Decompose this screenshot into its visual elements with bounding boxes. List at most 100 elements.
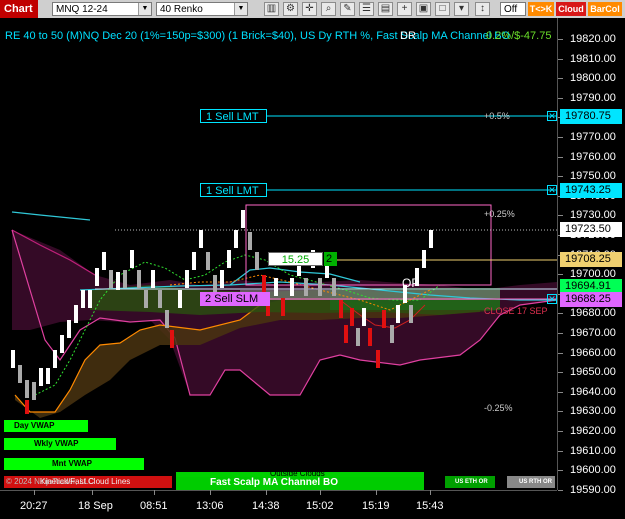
crosshair-icon[interactable]: ✛	[302, 2, 317, 16]
price-tick-mark	[558, 372, 563, 374]
time-tick-mark	[266, 490, 267, 495]
price-tick-mark	[558, 78, 563, 80]
instrument-selector[interactable]: MNQ 12-24 ▼	[52, 2, 152, 16]
dropdown-icon[interactable]: ▾	[454, 2, 469, 16]
position-quantity[interactable]: 2	[324, 252, 337, 266]
time-tick-mark	[376, 490, 377, 495]
close-order-icon[interactable]: ✕	[547, 294, 557, 304]
plus-half-percent-label: +0.5%	[484, 111, 510, 121]
sell-stop-market-order[interactable]: 2 Sell SLM	[200, 292, 270, 306]
mode-value: Off	[504, 4, 518, 15]
price-tick-mark	[558, 137, 563, 138]
price-tick-label: 19800.00	[570, 72, 616, 85]
time-tick-label: 15:43	[416, 500, 444, 512]
price-tick-label: 19770.00	[570, 131, 616, 143]
time-tick-mark	[430, 490, 431, 495]
fast-scalp-bar: Fast Scalp MA Channel BO	[176, 477, 424, 490]
op-label: OP	[402, 276, 420, 290]
chevron-down-icon: ▼	[234, 3, 247, 15]
price-tick-label: 19620.00	[570, 425, 616, 437]
price-tick-mark	[558, 97, 563, 99]
price-tick-mark	[558, 215, 563, 217]
instrument-value: MNQ 12-24	[56, 4, 108, 15]
price-tick-label: 19660.00	[570, 346, 616, 359]
price-tick-label: 19610.00	[570, 444, 616, 457]
chevron-down-icon: ▼	[138, 3, 151, 15]
window-icon[interactable]: □	[435, 2, 450, 16]
sell-limit-order-1[interactable]: 1 Sell LMT	[200, 109, 267, 123]
price-tick-mark	[558, 156, 563, 158]
plus-quarter-percent-label: +0.25%	[484, 209, 515, 219]
price-tick-label: 19640.00	[570, 385, 616, 398]
price-tick-mark	[558, 470, 563, 472]
price-tick-label: 19790.00	[570, 91, 616, 104]
barcol-toggle-button[interactable]: BarCol	[588, 2, 622, 16]
kinetick-label: Kinetick/Fast Cloud Lines	[40, 477, 131, 486]
day-vwap-bar: Day VWAP	[4, 420, 88, 432]
settings-icon[interactable]: ⚙	[283, 2, 298, 16]
dr-label: DR	[400, 30, 416, 42]
time-tick-label: 20:27	[20, 500, 48, 512]
weekly-vwap-bar: Wkly VWAP	[4, 438, 116, 450]
cloud-toggle-button[interactable]: Cloud	[556, 2, 586, 16]
bar-type-selector[interactable]: 40 Renko ▼	[156, 2, 248, 16]
price-tick-mark	[558, 450, 563, 452]
price-tick-mark	[558, 313, 563, 315]
price-tick-label: 19590.00	[570, 483, 616, 496]
time-tick-label: 08:51	[140, 500, 168, 512]
minus-quarter-percent-label: -0.25%	[484, 403, 513, 413]
zoom-icon[interactable]: ⌕	[321, 2, 336, 16]
add-icon[interactable]: +	[397, 2, 412, 16]
us-rth-or-bar: US RTH OR	[507, 476, 555, 488]
time-tick-label: 13:06	[196, 500, 224, 512]
chart-title: RE 40 to 50 (M)NQ Dec 20 (1%=150p=$300) …	[5, 30, 511, 42]
chart-title-right: 0.2%/$-47.75	[486, 30, 552, 42]
price-tick-mark	[558, 176, 563, 178]
time-tick-label: 15:19	[362, 500, 390, 512]
price-tick-label: 19820.00	[570, 33, 616, 45]
price-tick-mark	[558, 58, 563, 60]
toolbar: Chart MNQ 12-24 ▼ 40 Renko ▼ ▥ ⚙ ✛ ⌕ ✎ ☰…	[0, 0, 625, 18]
time-tick-label: 18 Sep	[78, 500, 113, 512]
draw-icon[interactable]: ✎	[340, 2, 355, 16]
price-tick-mark	[558, 431, 563, 432]
chart-menu-button[interactable]: Chart	[0, 0, 38, 18]
price-tick-mark	[558, 333, 563, 334]
price-tick-label: 19810.00	[570, 52, 616, 65]
ruler-icon[interactable]: ↕	[475, 2, 490, 16]
bar-type-value: 40 Renko	[160, 4, 203, 15]
cyan-ma-line	[11, 211, 91, 221]
price-tick-mark	[558, 274, 563, 276]
price-tag: 19688.25	[560, 292, 622, 307]
lock-icon[interactable]: ▣	[416, 2, 431, 16]
sell-limit-order-2[interactable]: 1 Sell LMT	[200, 183, 267, 197]
properties-icon[interactable]: ☰	[359, 2, 374, 16]
bars-icon[interactable]: ▥	[264, 2, 279, 16]
price-tick-mark	[558, 39, 563, 40]
price-tag: 19743.25	[560, 183, 622, 198]
close-level-label: CLOSE 17 SEP	[484, 306, 548, 316]
mode-selector[interactable]: Off	[500, 2, 526, 16]
close-order-icon[interactable]: ✕	[547, 185, 557, 195]
tk-toggle-button[interactable]: T<>K	[528, 2, 554, 16]
template-icon[interactable]: ▤	[378, 2, 393, 16]
price-tick-label: 19750.00	[570, 170, 616, 183]
time-tick-mark	[210, 490, 211, 495]
price-tick-mark	[558, 489, 563, 491]
price-tick-mark	[558, 352, 563, 354]
position-pnl[interactable]: 15.25	[268, 252, 323, 266]
time-tick-label: 15:02	[306, 500, 334, 512]
monthly-vwap-bar: Mnt VWAP	[4, 458, 144, 470]
price-tick-mark	[558, 411, 563, 413]
price-tag: 19780.75	[560, 109, 622, 124]
pink-position-box	[245, 204, 492, 286]
price-tick-label: 19650.00	[570, 366, 616, 379]
time-tick-mark	[34, 490, 35, 495]
time-tick-mark	[154, 490, 155, 495]
price-tick-label: 19630.00	[570, 405, 616, 418]
time-tick-mark	[92, 490, 93, 495]
close-order-icon[interactable]: ✕	[547, 111, 557, 121]
price-tick-mark	[558, 391, 563, 393]
price-tag: 19723.50	[560, 222, 622, 237]
price-tick-label: 19680.00	[570, 307, 616, 320]
